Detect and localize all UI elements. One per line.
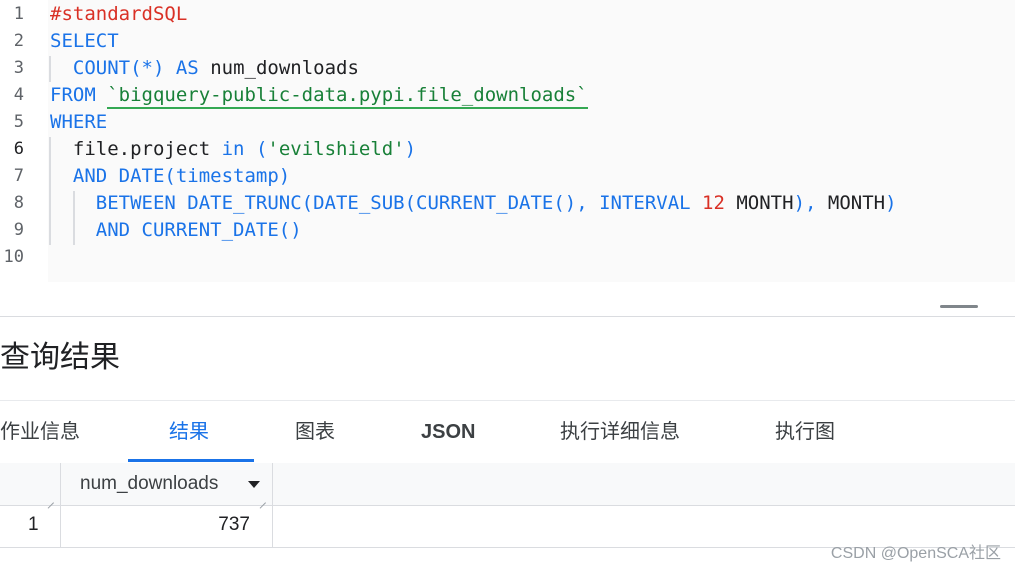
column-divider: [272, 463, 273, 547]
code-token: COUNT: [72, 57, 131, 79]
results-title: 查询结果: [0, 341, 120, 374]
line-number: 9: [13, 220, 24, 240]
line-number: 1: [13, 4, 24, 24]
tab-execution-graph[interactable]: 执行图: [775, 401, 835, 463]
code-token: ),: [793, 192, 828, 214]
code-line[interactable]: BETWEEN DATE_TRUNC(DATE_SUB(CURRENT_DATE…: [50, 190, 897, 217]
code-line[interactable]: COUNT(*) AS num_downloads: [50, 55, 359, 82]
code-line[interactable]: FROM `bigquery-public-data.pypi.file_dow…: [50, 82, 588, 109]
code-token: timestamp: [175, 165, 279, 187]
line-number: 3: [13, 58, 24, 78]
line-number-active: 6: [13, 139, 24, 159]
code-line[interactable]: AND DATE(timestamp): [50, 163, 290, 190]
code-token: AS: [164, 57, 211, 79]
tab-json[interactable]: JSON: [421, 401, 475, 463]
tab-results[interactable]: 结果: [169, 401, 209, 463]
column-resize-handle[interactable]: [46, 495, 54, 503]
tab-job-info[interactable]: 作业信息: [0, 401, 80, 463]
tab-execution-details[interactable]: 执行详细信息: [560, 401, 680, 463]
code-token: AND CURRENT_DATE(): [95, 219, 302, 241]
row-number: 1: [28, 514, 39, 535]
code-token: WHERE: [50, 111, 108, 133]
code-token: ): [278, 165, 291, 187]
code-line[interactable]: AND CURRENT_DATE(): [50, 217, 302, 244]
code-token: SELECT: [50, 30, 119, 52]
code-token: 'evilshield': [267, 138, 405, 160]
code-token: AND DATE(: [72, 165, 176, 187]
code-token: 12: [702, 192, 725, 214]
active-tab-indicator: [128, 459, 254, 462]
code-token: #standardSQL: [50, 3, 188, 25]
code-token: in: [210, 138, 256, 160]
line-number: 4: [13, 85, 24, 105]
line-number: 7: [13, 166, 24, 186]
tab-chart[interactable]: 图表: [295, 401, 335, 463]
code-token: BETWEEN DATE_TRUNC(DATE_SUB(CURRENT_DATE…: [95, 192, 703, 214]
code-token: (*): [130, 57, 165, 79]
code-token: `bigquery-public-data.pypi.file_download…: [107, 84, 588, 109]
code-token: (: [255, 138, 268, 160]
line-number: 8: [13, 193, 24, 213]
code-line[interactable]: SELECT: [50, 28, 119, 55]
code-token: ): [404, 138, 417, 160]
line-number: 10: [3, 247, 24, 267]
panel-resize-handle[interactable]: [940, 305, 978, 308]
column-menu-caret-icon[interactable]: [248, 481, 260, 488]
code-line[interactable]: file.project in ('evilshield'): [50, 136, 416, 163]
watermark: CSDN @OpenSCA社区: [830, 545, 1001, 562]
results-tabs: 作业信息 结果 图表 JSON 执行详细信息 执行图: [0, 400, 1015, 464]
code-line[interactable]: #standardSQL: [50, 1, 187, 28]
line-number: 2: [13, 31, 24, 51]
code-line[interactable]: WHERE: [50, 109, 107, 136]
code-token: MONTH: [827, 192, 886, 214]
panel-divider: [0, 316, 1015, 317]
code-token: FROM: [50, 84, 108, 106]
code-token: num_downloads: [210, 57, 359, 79]
results-table: num_downloads 1 737: [0, 463, 1015, 548]
code-token: file.project: [72, 138, 211, 160]
column-resize-handle[interactable]: [258, 495, 266, 503]
line-number: 5: [13, 112, 24, 132]
column-header-num-downloads[interactable]: num_downloads: [80, 463, 218, 505]
sql-editor[interactable]: 1 2 3 4 5 6 7 8 9 10 #standardSQL SELECT …: [0, 0, 1015, 282]
code-token: MONTH: [724, 192, 794, 214]
code-token: ): [885, 192, 897, 214]
cell-num-downloads[interactable]: 737: [60, 505, 250, 545]
